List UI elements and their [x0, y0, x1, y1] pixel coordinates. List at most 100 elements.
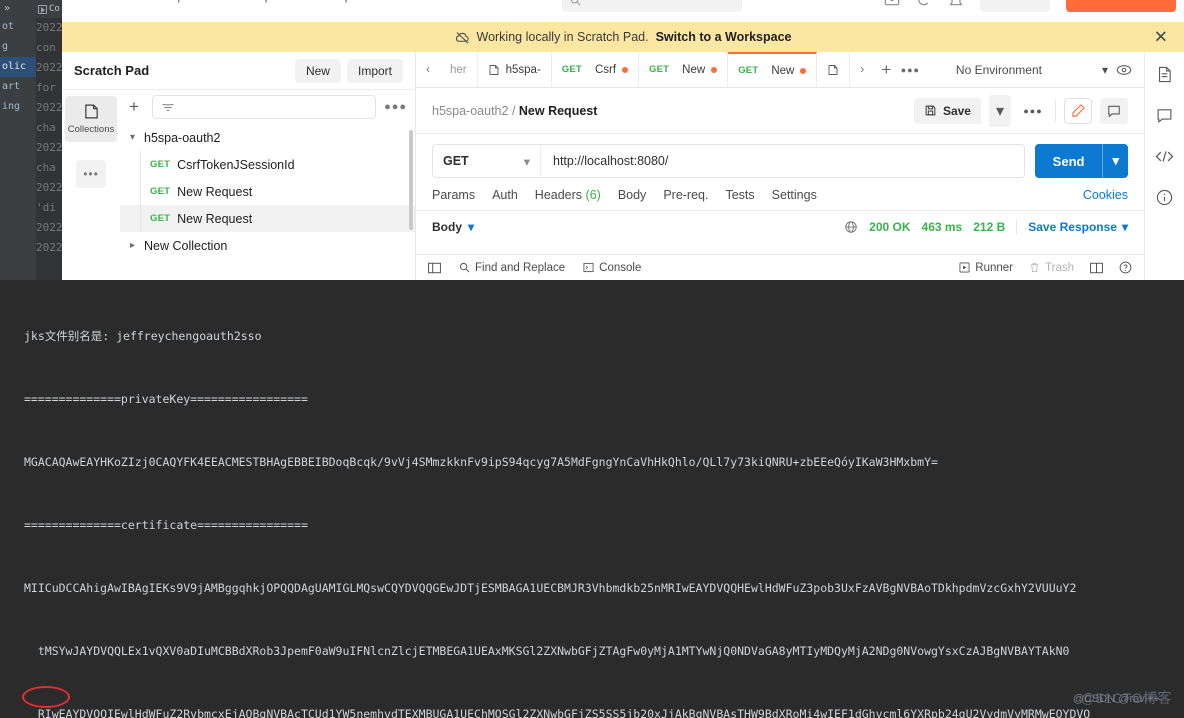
- filter-input[interactable]: [152, 95, 377, 119]
- nav-item-home[interactable]: Home: [70, 0, 105, 3]
- breadcrumb-request: New Request: [518, 103, 598, 118]
- tab-label: New: [771, 64, 795, 77]
- cloud-offline-icon: [455, 31, 469, 44]
- runner-icon: [959, 262, 970, 273]
- request-more-icon[interactable]: ●●●: [1019, 98, 1047, 124]
- app-top-nav: Home Workspaces Reports Explore: [62, 0, 1184, 22]
- ide-log-line: 2022: [36, 141, 62, 154]
- ide-log-line: 2022: [36, 21, 62, 34]
- banner-close-icon[interactable]: ✕: [1154, 29, 1168, 46]
- tree-scrollbar[interactable]: [409, 130, 413, 230]
- console-button[interactable]: Console: [583, 262, 641, 274]
- sync-icon[interactable]: [916, 0, 932, 8]
- code-snippet-icon[interactable]: [1155, 148, 1174, 165]
- edit-request-icon[interactable]: [1064, 97, 1092, 124]
- nav-item-reports[interactable]: Reports: [248, 0, 294, 3]
- tab-request-new-2-active[interactable]: GET New: [728, 52, 818, 87]
- tabs-more-icon[interactable]: ●●●: [898, 52, 922, 87]
- tab-collection-h5spa[interactable]: h5spa-: [478, 52, 552, 87]
- ide-log-line: for: [36, 81, 56, 94]
- tab-headers-label: Headers: [534, 188, 583, 202]
- ide-log-line: cha: [36, 161, 56, 174]
- notifications-icon[interactable]: [948, 0, 964, 8]
- unsaved-dot-icon: [711, 66, 718, 73]
- global-search-input[interactable]: [562, 0, 742, 12]
- tree-item-label: CsrfTokenJSessionId: [177, 157, 295, 172]
- ide-console-tab[interactable]: Co: [36, 0, 62, 18]
- divider: [1055, 99, 1056, 122]
- tab-auth[interactable]: Auth: [492, 188, 518, 202]
- tree-item-request[interactable]: GET New Request: [120, 178, 415, 205]
- tabs-scroll-right-icon[interactable]: ›: [850, 52, 874, 87]
- ide-expand-chevron-icon[interactable]: »: [0, 0, 36, 17]
- sidebar-item-collections[interactable]: Collections: [65, 96, 117, 142]
- import-button[interactable]: Import: [346, 58, 403, 83]
- breadcrumb-collection[interactable]: h5spa-oauth2: [432, 104, 508, 118]
- tab-label: her: [450, 63, 467, 76]
- request-config-tabs: Params Auth Headers (6) Body Pre-req. Te…: [416, 186, 1144, 211]
- new-tab-icon[interactable]: +: [874, 52, 898, 87]
- help-button[interactable]: [1119, 261, 1132, 274]
- tab-partial[interactable]: her: [440, 52, 478, 87]
- response-body-selector[interactable]: Body ▾: [432, 220, 474, 234]
- send-options-chevron-icon[interactable]: ▾: [1102, 144, 1128, 178]
- eye-icon[interactable]: [1116, 62, 1132, 78]
- environment-selector[interactable]: No Environment ▾: [956, 63, 1108, 77]
- url-input[interactable]: http://localhost:8080/: [540, 144, 1025, 178]
- create-new-button[interactable]: [1066, 0, 1176, 12]
- nav-item-explore[interactable]: Explore: [330, 0, 374, 3]
- http-method-select[interactable]: GET ▾: [432, 144, 540, 178]
- scratch-pad-title: Scratch Pad: [74, 63, 150, 78]
- tab-prerequest[interactable]: Pre-req.: [663, 188, 708, 202]
- tab-settings[interactable]: Settings: [772, 188, 817, 202]
- filter-icon: [162, 103, 174, 111]
- collection-tree: ▾ h5spa-oauth2 GET CsrfTokenJSessionId G…: [120, 124, 415, 280]
- documentation-icon[interactable]: [1156, 66, 1173, 83]
- save-button[interactable]: Save: [913, 97, 981, 124]
- tree-item-request-selected[interactable]: GET New Request: [120, 205, 415, 232]
- tab-label: h5spa-: [505, 63, 541, 76]
- upgrade-button[interactable]: [980, 0, 1050, 12]
- tab-tests[interactable]: Tests: [725, 188, 754, 202]
- send-button-label: Send: [1052, 153, 1085, 169]
- banner-switch-workspace-link[interactable]: Switch to a Workspace: [656, 30, 792, 44]
- send-button[interactable]: Send ▾: [1034, 144, 1128, 178]
- tab-request-csrf[interactable]: GET Csrf: [552, 52, 640, 87]
- sidebar-toggle-button[interactable]: [428, 262, 441, 274]
- two-pane-layout-button[interactable]: [1090, 262, 1103, 274]
- info-icon[interactable]: [1156, 189, 1173, 206]
- new-button[interactable]: New: [294, 58, 341, 83]
- tab-request-new-1[interactable]: GET New: [639, 52, 729, 87]
- runner-button[interactable]: Runner: [959, 262, 1013, 274]
- ide-tree-label: art: [2, 81, 21, 92]
- save-options-chevron-icon[interactable]: ▾: [988, 94, 1011, 127]
- response-body-label: Body: [432, 220, 462, 234]
- tab-collection-next[interactable]: [817, 52, 851, 87]
- tree-item-collection[interactable]: ▾ h5spa-oauth2: [120, 124, 415, 151]
- add-new-icon[interactable]: +: [124, 97, 144, 117]
- find-and-replace-button[interactable]: Find and Replace: [459, 262, 565, 274]
- comments-icon[interactable]: [1156, 107, 1173, 124]
- invite-icon[interactable]: [884, 0, 900, 8]
- tree-item-collection[interactable]: ▸ New Collection: [120, 232, 415, 259]
- comment-request-icon[interactable]: [1100, 97, 1128, 124]
- nav-item-workspaces[interactable]: Workspaces: [141, 0, 212, 3]
- unsaved-dot-icon: [622, 66, 629, 73]
- chevron-down-icon: ▾: [130, 132, 136, 143]
- tab-headers[interactable]: Headers (6): [535, 188, 601, 202]
- tab-method-badge: GET: [738, 65, 759, 76]
- sidebar-main: Collections ••• + ●●● ▾ h5spa-oauth2 GET…: [62, 90, 415, 280]
- tab-params[interactable]: Params: [432, 188, 475, 202]
- tab-body[interactable]: Body: [618, 188, 647, 202]
- ide-console-tab-label: Co: [49, 4, 60, 14]
- tree-item-request[interactable]: GET CsrfTokenJSessionId: [120, 151, 415, 178]
- tree-more-icon[interactable]: ●●●: [384, 101, 407, 113]
- console-line: tMSYwJAYDVQQLEx1vQXV0aDIuMCBBdXRob3JpemF…: [24, 644, 1070, 658]
- trash-button[interactable]: Trash: [1029, 262, 1074, 274]
- cookies-link[interactable]: Cookies: [1083, 188, 1128, 202]
- sidebar-more-icon[interactable]: •••: [76, 160, 106, 188]
- request-method-badge: GET: [150, 159, 171, 170]
- save-response-button[interactable]: Save Response ▾: [1028, 220, 1128, 234]
- tabs-scroll-left-icon[interactable]: ‹: [416, 52, 440, 87]
- trash-icon: [1030, 262, 1039, 273]
